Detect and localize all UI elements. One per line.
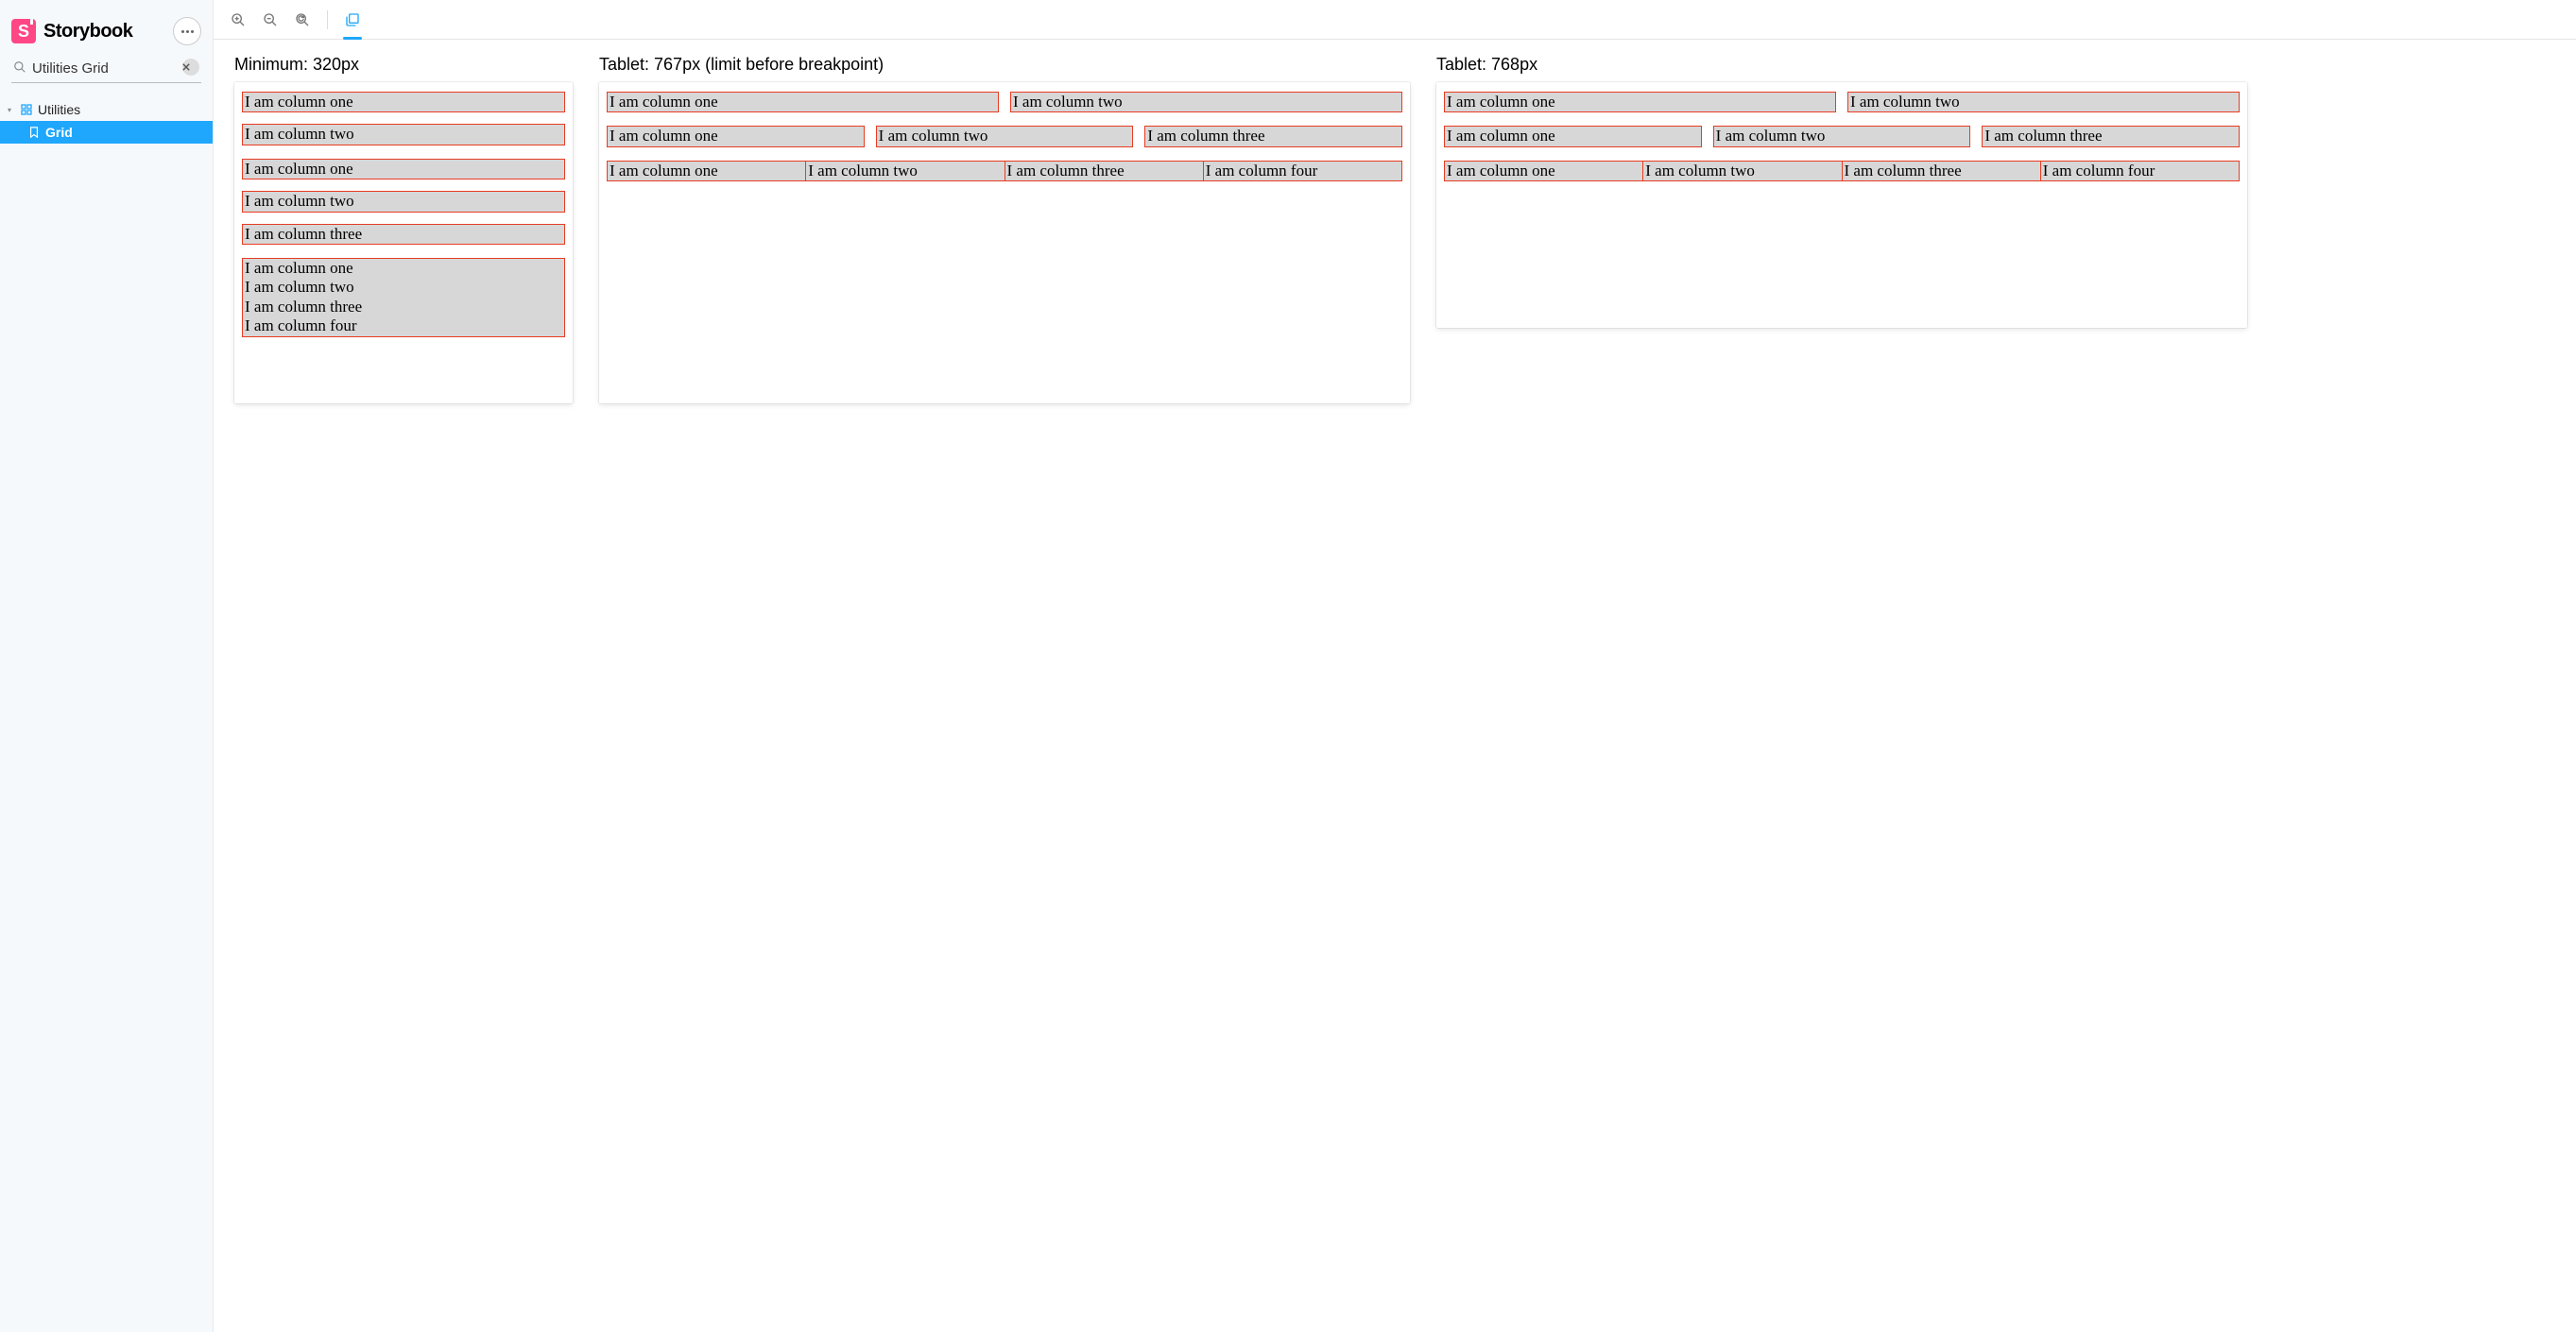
grid-section-2col: I am column one I am column two bbox=[607, 92, 1402, 112]
toolbar-separator bbox=[327, 10, 328, 29]
viewport-block-tab767: Tablet: 767px (limit before breakpoint) … bbox=[599, 55, 1410, 403]
grid-cell: I am column three bbox=[1982, 126, 2240, 146]
grid-section-4col: I am column one I am column two I am col… bbox=[1444, 161, 2240, 181]
tree-label: Grid bbox=[45, 125, 73, 140]
preview-canvas[interactable]: Minimum: 320px I am column one I am colu… bbox=[214, 40, 2576, 1332]
grid-row: I am column one I am column two I am col… bbox=[1444, 161, 2240, 181]
grid-cell: I am column two bbox=[1847, 92, 2240, 112]
viewport-icon bbox=[345, 12, 360, 27]
close-icon bbox=[182, 63, 190, 71]
grid-cell: I am column one bbox=[242, 159, 565, 179]
zoom-out-button[interactable] bbox=[255, 5, 285, 35]
grid-cell: I am column three bbox=[1843, 161, 2041, 181]
tree-node-utilities[interactable]: ▾ Utilities bbox=[0, 98, 213, 121]
search-wrap bbox=[0, 57, 213, 89]
grid-cell: I am column three bbox=[1005, 161, 1204, 181]
grid-cell: I am column one bbox=[1444, 161, 1643, 181]
main: Minimum: 320px I am column one I am colu… bbox=[214, 0, 2576, 1332]
zoom-in-button[interactable] bbox=[223, 5, 253, 35]
grid-cell: I am column one bbox=[242, 92, 565, 112]
grid-section-3col: I am column one I am column two I am col… bbox=[242, 159, 565, 245]
grid-cell: I am column two bbox=[876, 126, 1134, 146]
zoom-reset-icon bbox=[295, 12, 310, 27]
grid-section-3col: I am column one I am column two I am col… bbox=[607, 126, 1402, 146]
grid-section-2col: I am column one I am column two bbox=[242, 92, 565, 145]
grid-cell: I am column four bbox=[2041, 161, 2240, 181]
sidebar-header: S Storybook bbox=[0, 9, 213, 57]
sidebar: S Storybook ▾ Utilities Grid bbox=[0, 0, 214, 1332]
grid-cell: I am column one bbox=[1444, 126, 1702, 146]
grid-cell: I am column one bbox=[242, 258, 565, 279]
grid-cell: I am column two bbox=[1643, 161, 1842, 181]
grid-cell: I am column two bbox=[806, 161, 1005, 181]
grid-section-4col: I am column one I am column two I am col… bbox=[607, 161, 1402, 181]
viewport-grid: Minimum: 320px I am column one I am colu… bbox=[234, 55, 2555, 403]
grid-row: I am column one I am column two bbox=[607, 92, 1402, 112]
tree-node-grid[interactable]: Grid bbox=[0, 121, 213, 144]
grid-section-3col: I am column one I am column two I am col… bbox=[1444, 126, 2240, 146]
viewport-frame-tab767: I am column one I am column two I am col… bbox=[599, 82, 1410, 403]
grid-cell: I am column four bbox=[242, 316, 565, 336]
grid-row: I am column one I am column two bbox=[1444, 92, 2240, 112]
zoom-reset-button[interactable] bbox=[287, 5, 318, 35]
grid-cell: I am column one bbox=[607, 126, 865, 146]
navigation-tree: ▾ Utilities Grid bbox=[0, 89, 213, 144]
clear-search-button[interactable] bbox=[182, 59, 199, 76]
viewport-title: Tablet: 767px (limit before breakpoint) bbox=[599, 55, 1410, 75]
menu-button[interactable] bbox=[173, 17, 201, 45]
grid-row: I am column one I am column two I am col… bbox=[607, 126, 1402, 146]
grid-row: I am column one I am column two I am col… bbox=[242, 258, 565, 337]
search-icon bbox=[13, 60, 26, 74]
tree-label: Utilities bbox=[38, 102, 80, 117]
viewport-title: Tablet: 768px bbox=[1436, 55, 2247, 75]
grid-section-4col: I am column one I am column two I am col… bbox=[242, 258, 565, 337]
grid-row: I am column one I am column two I am col… bbox=[242, 159, 565, 245]
viewport-block-min: Minimum: 320px I am column one I am colu… bbox=[234, 55, 573, 403]
grid-cell: I am column one bbox=[607, 92, 999, 112]
grid-category-icon bbox=[21, 104, 32, 115]
viewport-button[interactable] bbox=[337, 5, 368, 35]
storybook-logo-icon: S bbox=[11, 19, 36, 43]
grid-cell: I am column one bbox=[607, 161, 806, 181]
grid-cell: I am column two bbox=[242, 191, 565, 212]
zoom-out-icon bbox=[263, 12, 278, 27]
grid-section-2col: I am column one I am column two bbox=[1444, 92, 2240, 112]
grid-cell: I am column three bbox=[242, 224, 565, 245]
app-name: Storybook bbox=[43, 21, 132, 43]
grid-cell: I am column two bbox=[1010, 92, 1402, 112]
logo[interactable]: S Storybook bbox=[11, 19, 132, 43]
viewport-frame-tab768: I am column one I am column two I am col… bbox=[1436, 82, 2247, 328]
grid-row: I am column one I am column two I am col… bbox=[1444, 126, 2240, 146]
grid-cell: I am column four bbox=[1204, 161, 1402, 181]
search-input[interactable] bbox=[11, 57, 201, 83]
toolbar bbox=[214, 0, 2576, 40]
grid-cell: I am column two bbox=[242, 278, 565, 298]
grid-row: I am column one I am column two bbox=[242, 92, 565, 145]
viewport-block-tab768: Tablet: 768px I am column one I am colum… bbox=[1436, 55, 2247, 328]
grid-cell: I am column two bbox=[242, 124, 565, 145]
grid-cell: I am column two bbox=[1713, 126, 1971, 146]
viewport-frame-min: I am column one I am column two I am col… bbox=[234, 82, 573, 403]
zoom-in-icon bbox=[231, 12, 246, 27]
viewport-title: Minimum: 320px bbox=[234, 55, 573, 75]
grid-cell: I am column three bbox=[1144, 126, 1402, 146]
caret-down-icon: ▾ bbox=[8, 106, 15, 114]
grid-cell: I am column one bbox=[1444, 92, 1836, 112]
grid-row: I am column one I am column two I am col… bbox=[607, 161, 1402, 181]
grid-cell: I am column three bbox=[242, 298, 565, 317]
bookmark-icon bbox=[28, 127, 40, 138]
